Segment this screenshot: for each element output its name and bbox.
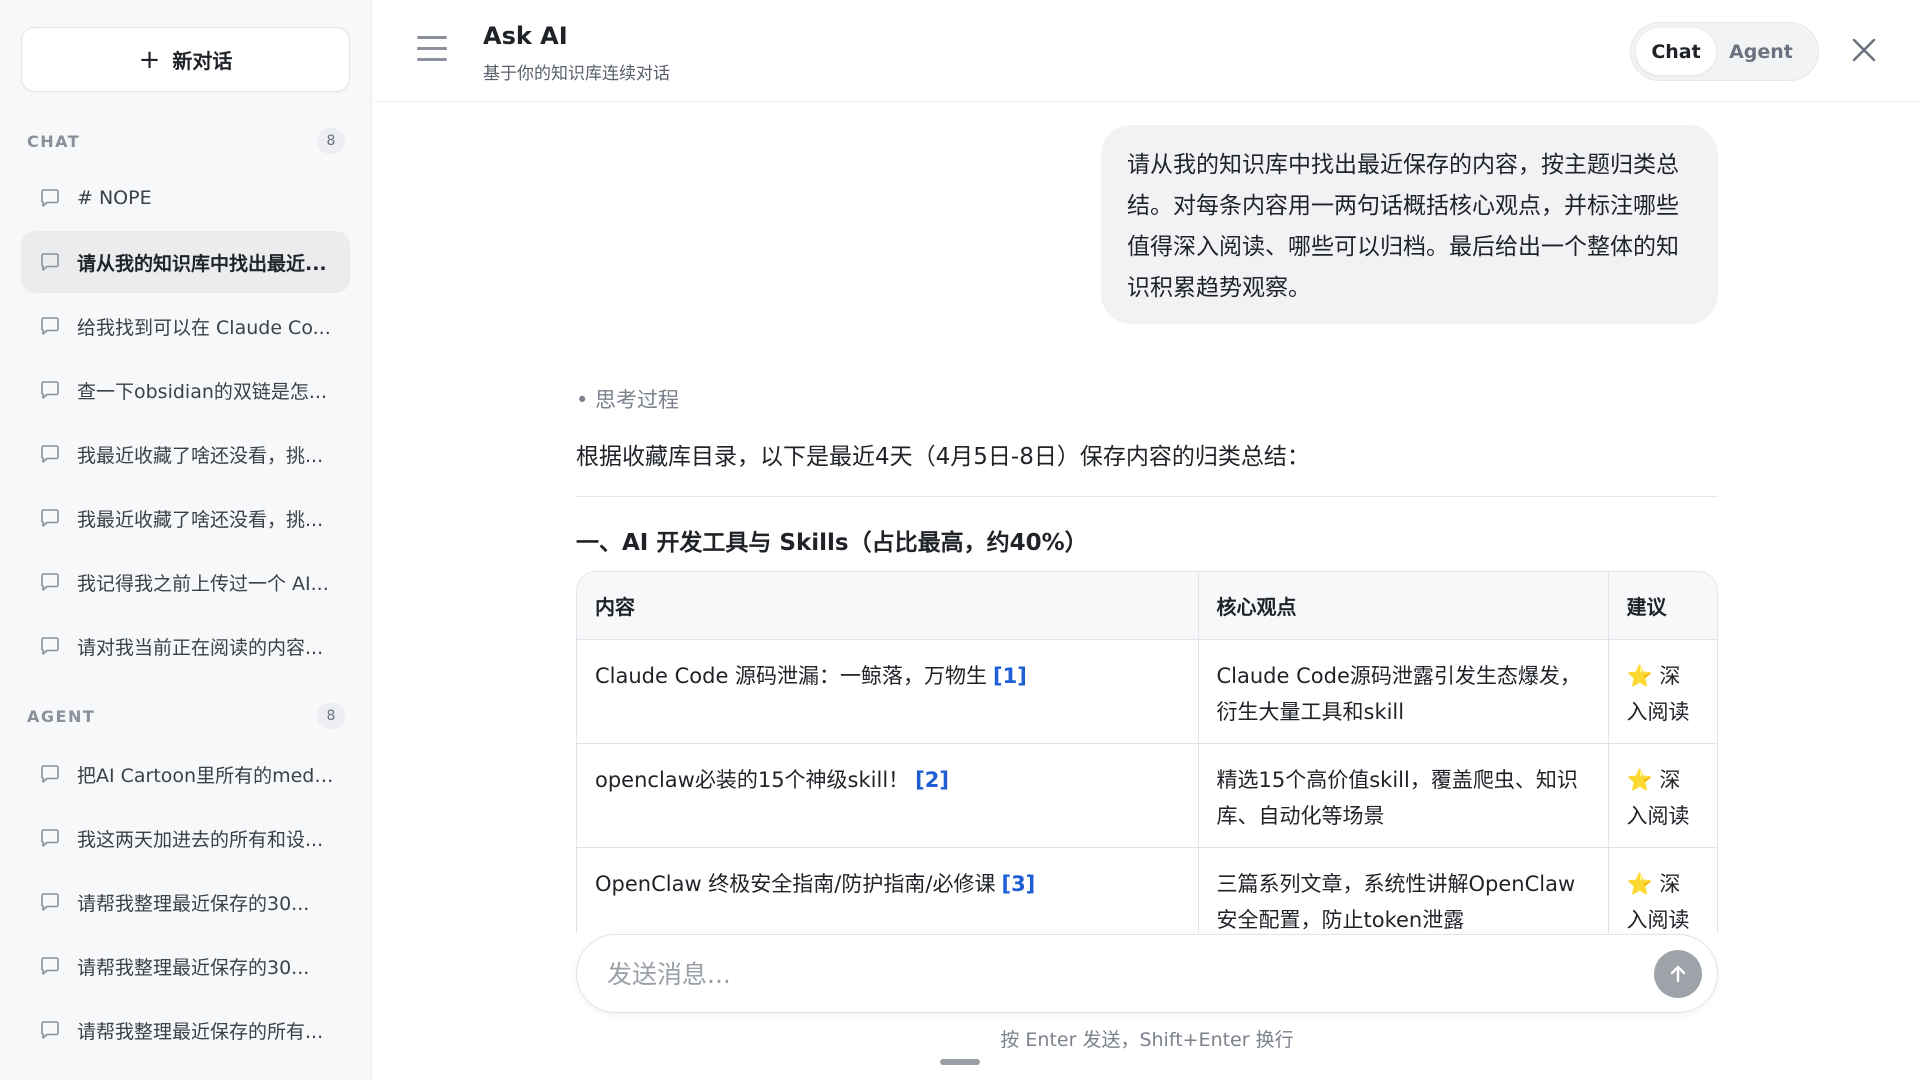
new-chat-label: 新对话 xyxy=(172,49,233,73)
cell-summary: Claude Code源码泄露引发生态爆发，衍生大量工具和skill xyxy=(1197,639,1608,744)
chat-conversation-item[interactable]: 我记得我之前上传过一个 AI... xyxy=(21,551,350,613)
thinking-toggle[interactable]: • 思考过程 xyxy=(576,384,679,414)
agent-conversation-item[interactable]: 请帮我整理最近保存的所有... xyxy=(21,999,350,1061)
mode-toggle: Chat Agent xyxy=(1630,22,1819,81)
chat-conversation-item[interactable]: 我最近收藏了啥还没看，挑... xyxy=(21,423,350,485)
chat-conversation-list: # NOPE 请从我的知识库中找出最近... 给我找到可以在 Claude Co..… xyxy=(21,167,350,679)
conversation-label: 把AI Cartoon里所有的medi... xyxy=(77,764,335,787)
cell-content: OpenClaw 终极安全指南/防护指南/必修课 [3] xyxy=(577,847,1198,933)
cell-suggestion: ⭐ 深入阅读 xyxy=(1607,639,1717,744)
table-row: openclaw必装的15个神级skill！ [2] 精选15个高价值skill，覆… xyxy=(577,743,1717,848)
mode-chat-button[interactable]: Chat xyxy=(1636,28,1716,75)
conversation-label: 请帮我整理最近保存的30... xyxy=(77,892,310,915)
agent-section-title: AGENT xyxy=(27,706,96,726)
conversation-label: 我记得我之前上传过一个 AI... xyxy=(77,572,329,595)
table-row: Claude Code 源码泄漏：一鲸落，万物生 [1] Claude Code源码… xyxy=(577,639,1717,744)
cell-suggestion: ⭐ 深入阅读 xyxy=(1607,847,1717,933)
conversation-label: 请对我当前正在阅读的内容... xyxy=(77,636,324,659)
cell-content: Claude Code 源码泄漏：一鲸落，万物生 [1] xyxy=(577,639,1198,744)
content-title: openclaw必装的15个神级skill！ xyxy=(595,767,910,792)
assistant-section-heading: 一、AI 开发工具与 Skills（占比最高，约40%） xyxy=(576,530,1088,556)
table-row: OpenClaw 终极安全指南/防护指南/必修课 [3] 三篇系列文章，系统性讲解O… xyxy=(577,847,1717,933)
title-block: Ask AI 基于你的知识库连续对话 xyxy=(483,22,670,84)
mode-agent-button[interactable]: Agent xyxy=(1716,28,1806,75)
user-message-bubble: 请从我的知识库中找出最近保存的内容，按主题归类总结。对每条内容用一两句话概括核心… xyxy=(1101,125,1718,324)
conversation-label: 请从我的知识库中找出最近... xyxy=(77,252,327,275)
assistant-intro-text: 根据收藏库目录，以下是最近4天（4月5日-8日）保存内容的归类总结： xyxy=(576,444,1310,470)
agent-conversation-item[interactable]: 把AI Cartoon里所有的medi... xyxy=(21,743,350,805)
citation-link[interactable]: [2] xyxy=(915,768,949,792)
conversation-label: 我这两天加进去的所有和设... xyxy=(77,828,324,851)
close-icon[interactable] xyxy=(1850,36,1878,64)
agent-section-header: AGENT 8 xyxy=(27,703,345,729)
message-icon xyxy=(41,573,59,591)
message-icon xyxy=(41,893,59,911)
chat-conversation-item[interactable]: 查一下obsidian的双链是怎... xyxy=(21,359,350,421)
message-icon xyxy=(41,317,59,335)
chat-section-header: CHAT 8 xyxy=(27,128,345,154)
message-icon xyxy=(41,829,59,847)
chat-conversation-item[interactable]: 请对我当前正在阅读的内容... xyxy=(21,615,350,677)
send-button[interactable] xyxy=(1654,950,1702,998)
conversation-label: 请帮我整理最近保存的所有... xyxy=(77,1020,324,1043)
page-title: Ask AI xyxy=(483,22,568,50)
message-icon xyxy=(41,509,59,527)
message-icon xyxy=(41,189,59,207)
table-header-row: 内容 核心观点 建议 xyxy=(577,572,1717,640)
divider xyxy=(576,496,1718,497)
message-input[interactable] xyxy=(607,953,1607,995)
agent-conversation-item[interactable]: 请帮我整理最近保存的30... xyxy=(21,935,350,997)
chat-conversation-item[interactable]: 请从我的知识库中找出最近... xyxy=(21,231,350,293)
chat-conversation-item[interactable]: 给我找到可以在 Claude Co... xyxy=(21,295,350,357)
cell-summary: 精选15个高价值skill，覆盖爬虫、知识库、自动化等场景 xyxy=(1197,743,1608,848)
summary-table: 内容 核心观点 建议 Claude Code 源码泄漏：一鲸落，万物生 [1] Cl… xyxy=(576,571,1718,933)
composer-hint: 按 Enter 发送，Shift+Enter 换行 xyxy=(1000,1029,1294,1051)
table-header-content: 内容 xyxy=(577,572,1198,640)
message-icon xyxy=(41,381,59,399)
arrow-up-icon xyxy=(1670,965,1686,983)
chat-section-title: CHAT xyxy=(27,131,81,151)
citation-link[interactable]: [3] xyxy=(1001,872,1035,896)
content-title: Claude Code 源码泄漏：一鲸落，万物生 xyxy=(595,663,988,688)
resize-handle[interactable] xyxy=(940,1059,980,1065)
cell-content: openclaw必装的15个神级skill！ [2] xyxy=(577,743,1198,848)
agent-count-badge: 8 xyxy=(317,703,345,729)
agent-conversation-item[interactable]: 我这两天加进去的所有和设... xyxy=(21,807,350,869)
chat-conversation-item[interactable]: # NOPE xyxy=(21,167,350,229)
message-composer xyxy=(576,934,1718,1013)
conversation-label: 查一下obsidian的双链是怎... xyxy=(77,380,328,403)
sidebar: + 新对话 CHAT 8 # NOPE 请从我的知识库中找出最近... 给我找到可以… xyxy=(0,0,372,1080)
agent-conversation-list: 把AI Cartoon里所有的medi... 我这两天加进去的所有和设... 请帮我… xyxy=(21,743,350,1063)
cell-summary: 三篇系列文章，系统性讲解OpenClaw安全配置，防止token泄露 xyxy=(1197,847,1608,933)
conversation-label: 我最近收藏了啥还没看，挑... xyxy=(77,508,324,531)
table-header-summary: 核心观点 xyxy=(1197,572,1608,640)
chat-header: Ask AI 基于你的知识库连续对话 Chat Agent xyxy=(373,0,1920,102)
conversation-label: 我最近收藏了啥还没看，挑... xyxy=(77,444,324,467)
citation-link[interactable]: [1] xyxy=(993,664,1027,688)
message-icon xyxy=(41,957,59,975)
chat-messages: 请从我的知识库中找出最近保存的内容，按主题归类总结。对每条内容用一两句话概括核心… xyxy=(373,103,1920,933)
conversation-label: 给我找到可以在 Claude Co... xyxy=(77,316,331,339)
plus-icon: + xyxy=(138,44,161,75)
message-icon xyxy=(41,445,59,463)
message-icon xyxy=(41,253,59,271)
chat-conversation-item[interactable]: 我最近收藏了啥还没看，挑... xyxy=(21,487,350,549)
message-icon xyxy=(41,765,59,783)
conversation-label: # NOPE xyxy=(77,187,152,209)
cell-suggestion: ⭐ 深入阅读 xyxy=(1607,743,1717,848)
table-header-suggestion: 建议 xyxy=(1607,572,1717,640)
message-icon xyxy=(41,1021,59,1039)
agent-conversation-item[interactable]: 请帮我整理最近保存的30... xyxy=(21,871,350,933)
conversation-label: 请帮我整理最近保存的30... xyxy=(77,956,310,979)
new-chat-button[interactable]: + 新对话 xyxy=(21,27,350,92)
page-subtitle: 基于你的知识库连续对话 xyxy=(483,64,670,84)
chat-count-badge: 8 xyxy=(317,128,345,154)
content-title: OpenClaw 终极安全指南/防护指南/必修课 xyxy=(595,871,996,896)
menu-icon[interactable] xyxy=(417,36,447,62)
message-icon xyxy=(41,637,59,655)
